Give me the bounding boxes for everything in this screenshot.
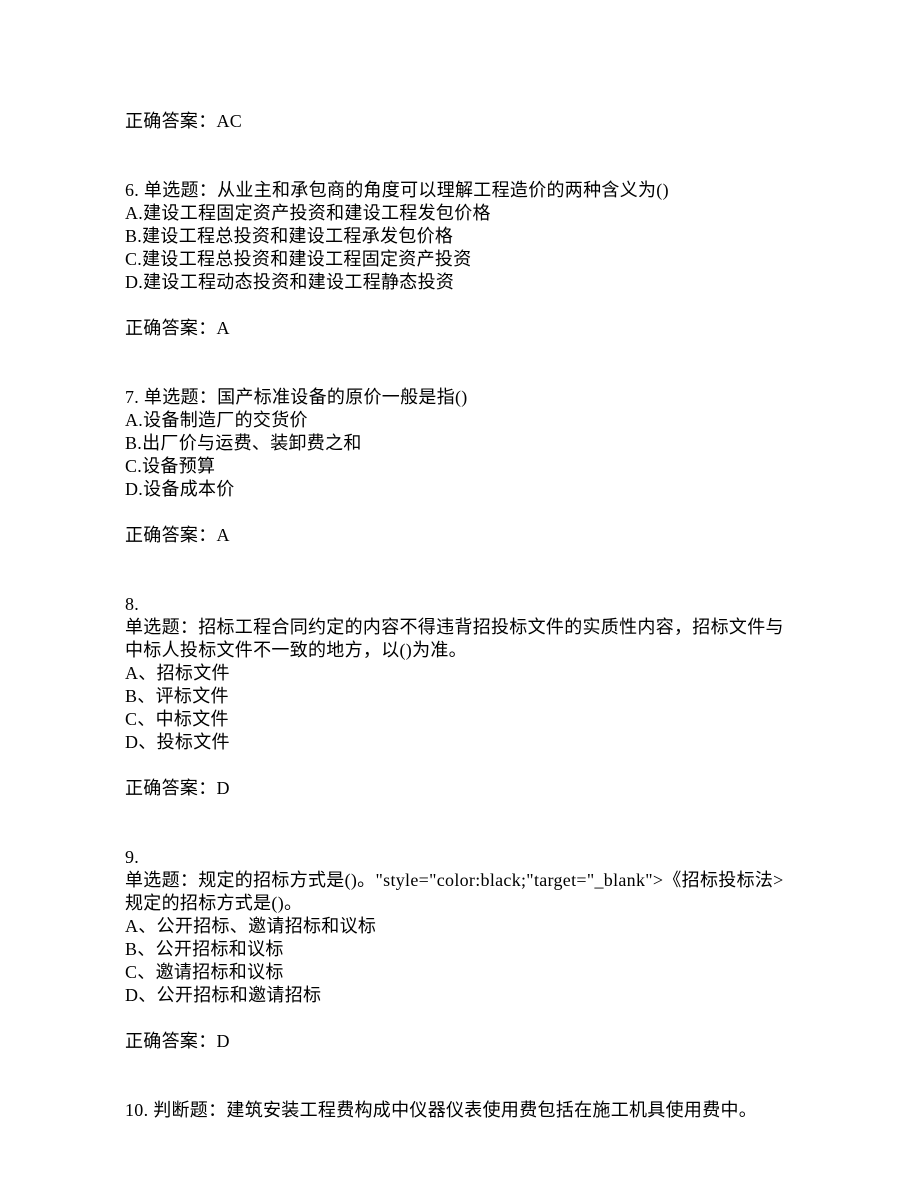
question-6: 6. 单选题：从业主和承包商的角度可以理解工程造价的两种含义为() A.建设工程… — [125, 179, 795, 340]
option-b: B.出厂价与运费、装卸费之和 — [125, 432, 795, 455]
option-a: A.建设工程固定资产投资和建设工程发包价格 — [125, 202, 795, 225]
option-b: B、评标文件 — [125, 685, 795, 708]
option-c: C、邀请招标和议标 — [125, 961, 795, 984]
option-d: D.建设工程动态投资和建设工程静态投资 — [125, 271, 795, 294]
answer-text: 正确答案：D — [125, 777, 795, 800]
question-9: 9. 单选题：规定的招标方式是()。"style="color:black;"t… — [125, 846, 795, 1053]
option-c: C.设备预算 — [125, 455, 795, 478]
question-stem: 6. 单选题：从业主和承包商的角度可以理解工程造价的两种含义为() — [125, 179, 795, 202]
option-c: C、中标文件 — [125, 708, 795, 731]
option-d: D、公开招标和邀请招标 — [125, 984, 795, 1007]
answer-text: 正确答案：D — [125, 1030, 795, 1053]
question-stem: 10. 判断题：建筑安装工程费构成中仪器仪表使用费包括在施工机具使用费中。 — [125, 1099, 795, 1122]
answer-text: 正确答案：A — [125, 524, 795, 547]
answer-text: 正确答案：AC — [125, 110, 795, 133]
option-b: B.建设工程总投资和建设工程承发包价格 — [125, 225, 795, 248]
question-stem: 7. 单选题：国产标准设备的原价一般是指() — [125, 386, 795, 409]
question-7: 7. 单选题：国产标准设备的原价一般是指() A.设备制造厂的交货价 B.出厂价… — [125, 386, 795, 547]
option-a: A、招标文件 — [125, 662, 795, 685]
option-b: B、公开招标和议标 — [125, 938, 795, 961]
option-d: D、投标文件 — [125, 731, 795, 754]
question-stem: 单选题：招标工程合同约定的内容不得违背招投标文件的实质性内容，招标文件与中标人投… — [125, 616, 795, 662]
option-c: C.建设工程总投资和建设工程固定资产投资 — [125, 248, 795, 271]
question-number: 9. — [125, 846, 795, 869]
question-number: 8. — [125, 593, 795, 616]
option-a: A.设备制造厂的交货价 — [125, 409, 795, 432]
answer-text: 正确答案：A — [125, 317, 795, 340]
option-d: D.设备成本价 — [125, 478, 795, 501]
question-stem: 单选题：规定的招标方式是()。"style="color:black;"targ… — [125, 869, 795, 915]
option-a: A、公开招标、邀请招标和议标 — [125, 915, 795, 938]
question-10: 10. 判断题：建筑安装工程费构成中仪器仪表使用费包括在施工机具使用费中。 — [125, 1099, 795, 1122]
question-8: 8. 单选题：招标工程合同约定的内容不得违背招投标文件的实质性内容，招标文件与中… — [125, 593, 795, 800]
